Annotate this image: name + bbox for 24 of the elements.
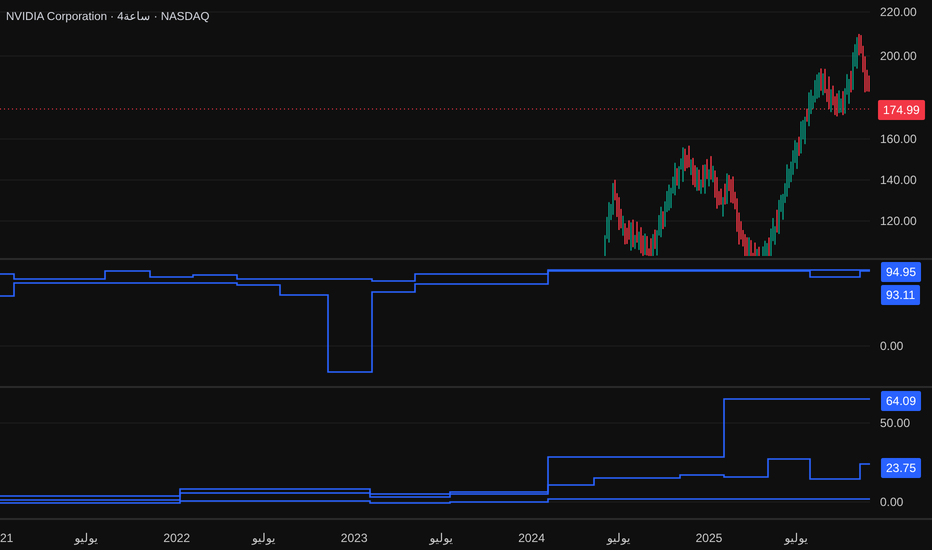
axis-label: 200.00 [880, 48, 917, 64]
time-label: 2025 [696, 531, 722, 545]
time-label: يوليو [784, 531, 808, 545]
axis-label: 0.00 [880, 338, 904, 354]
axis-label: 120.00 [880, 213, 917, 229]
value-tag: 23.75 [881, 458, 922, 478]
axis-label: 0.00 [880, 494, 904, 510]
axis-label: 50.00 [880, 415, 910, 431]
time-label: 21 [0, 531, 14, 545]
value-tag: 93.11 [881, 285, 920, 305]
time-label: يوليو [606, 531, 630, 545]
time-label: يوليو [430, 531, 452, 545]
axis-label: 140.00 [880, 172, 917, 188]
time-label: 2024 [518, 531, 545, 545]
value-tag: 94.95 [881, 262, 922, 282]
time-label: يوليو [74, 531, 98, 545]
value-tag: 64.09 [881, 391, 922, 411]
time-label: 2023 [340, 531, 368, 545]
axis-label: 220.00 [880, 4, 917, 20]
time-label: يوليو [252, 531, 276, 545]
time-label: 2022 [163, 531, 190, 545]
chart-title: NVIDIA Corporation · 4ساعة · NASDAQ [6, 10, 210, 23]
value-tag: 174.99 [878, 100, 925, 120]
axis-label: 160.00 [880, 131, 917, 147]
